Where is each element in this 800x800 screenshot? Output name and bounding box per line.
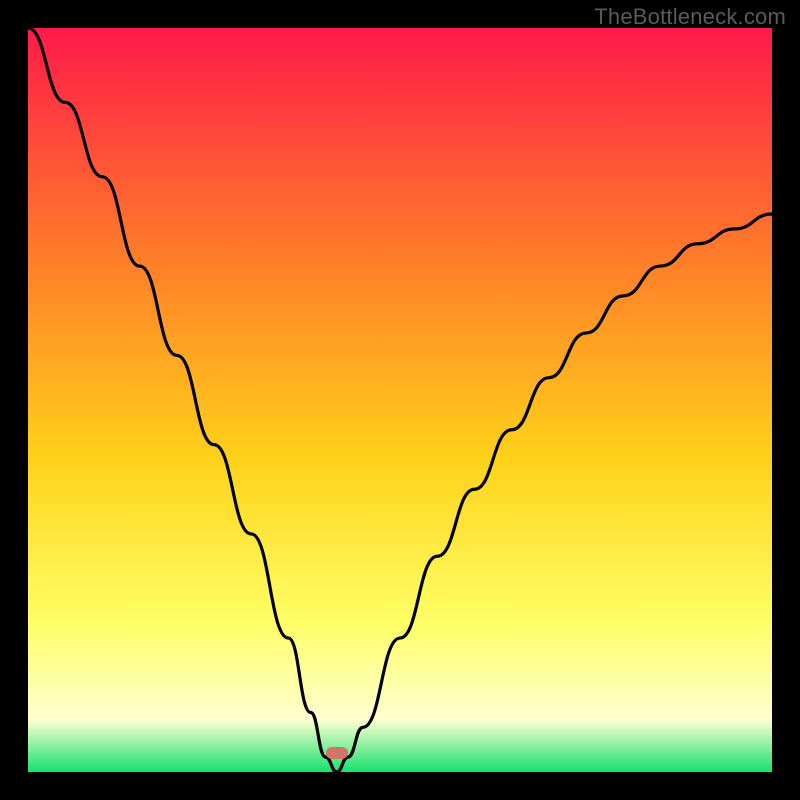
bottleneck-chart-svg (28, 28, 772, 772)
chart-frame: TheBottleneck.com (0, 0, 800, 800)
optimal-marker (326, 747, 348, 759)
gradient-background (28, 28, 772, 772)
watermark-text: TheBottleneck.com (594, 4, 786, 30)
plot-area (28, 28, 772, 772)
